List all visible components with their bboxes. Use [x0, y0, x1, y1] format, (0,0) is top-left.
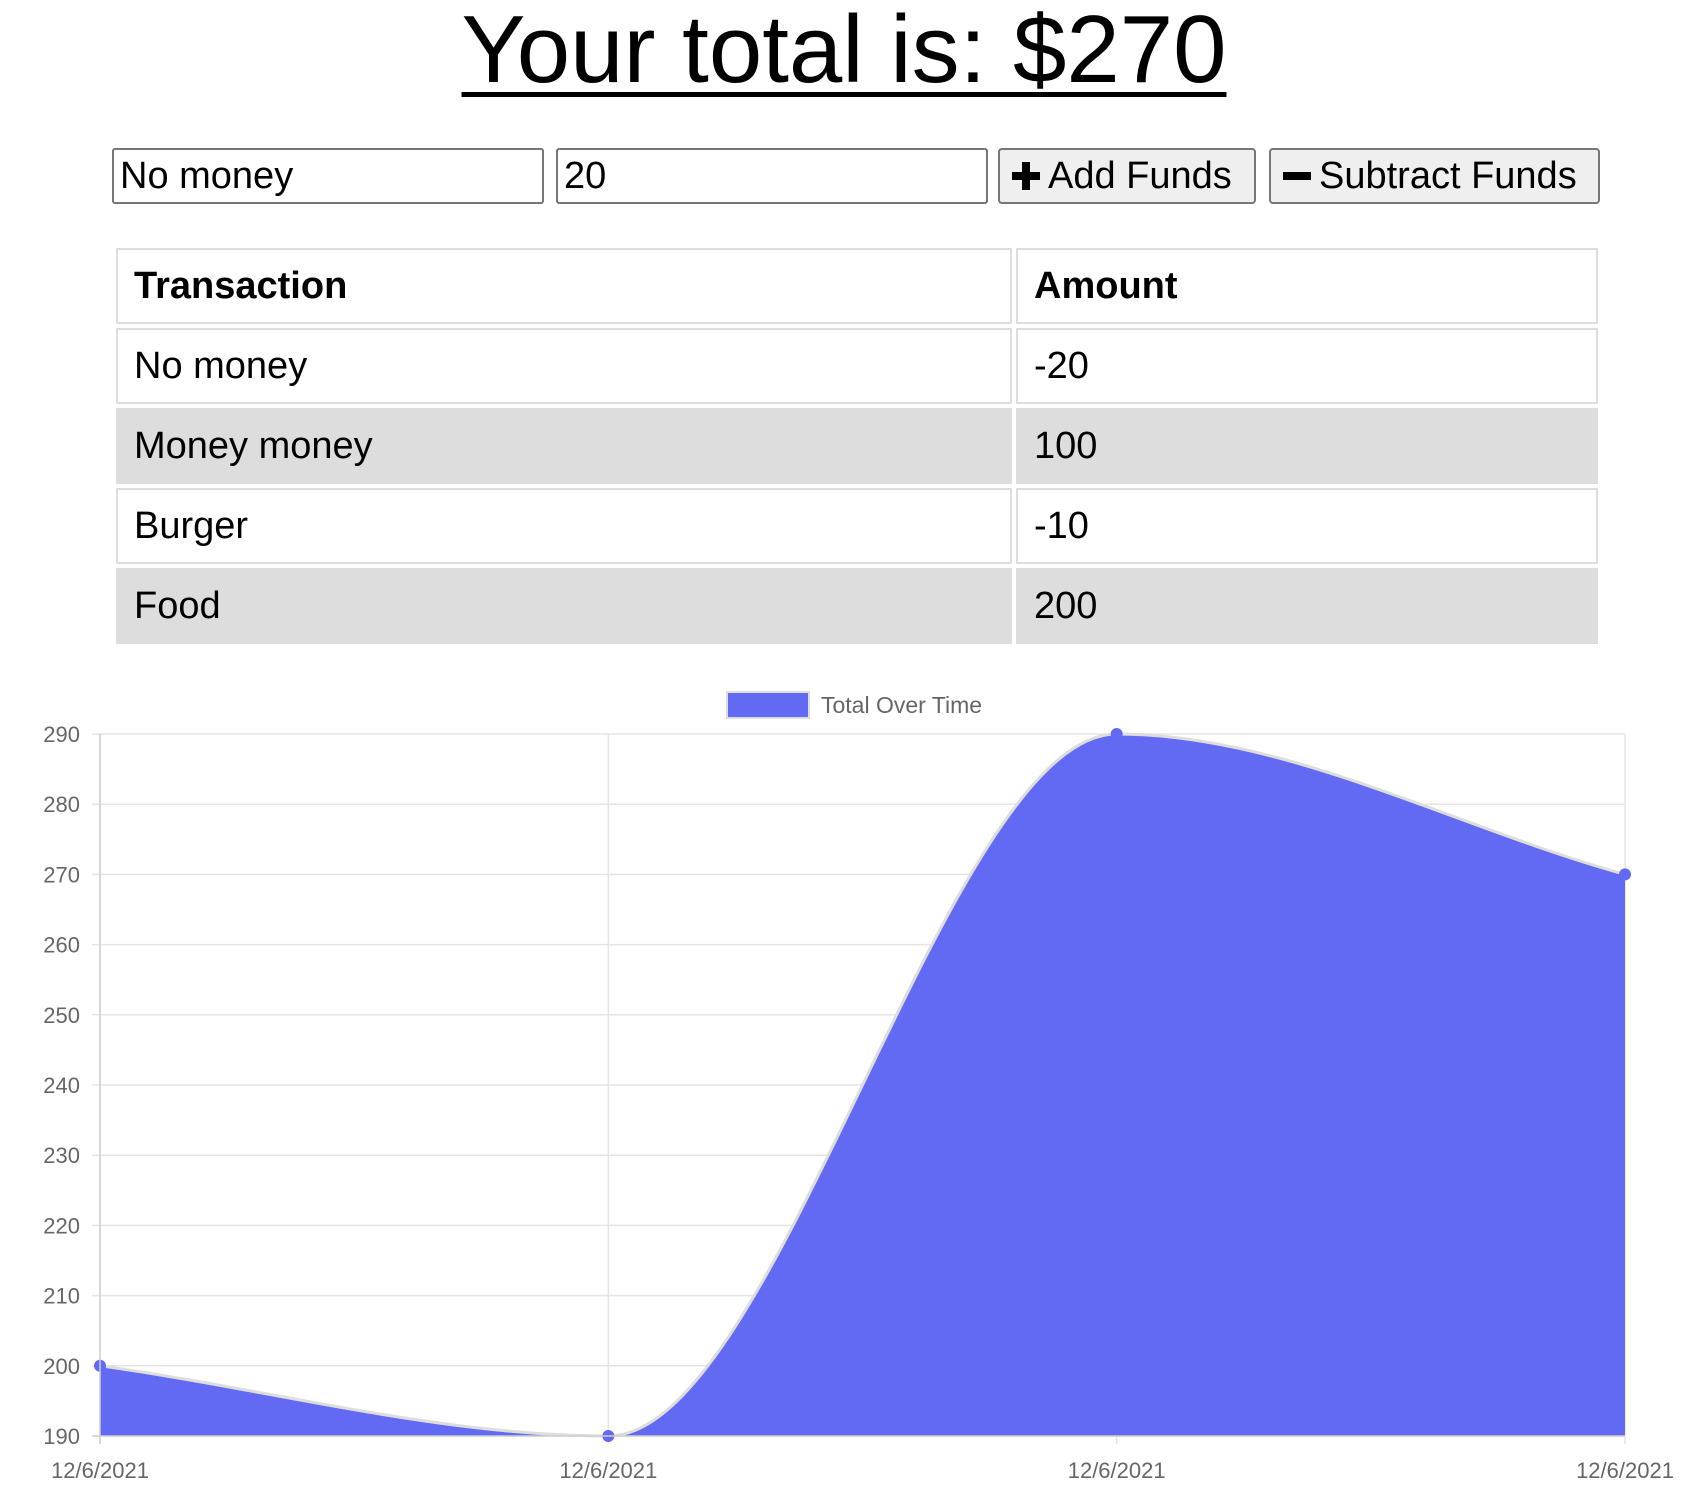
transaction-name-input[interactable] — [112, 148, 544, 204]
transaction-amount-input[interactable] — [556, 148, 988, 204]
table-row: Food 200 — [116, 568, 1598, 644]
legend-label: Total Over Time — [821, 692, 982, 718]
chart-canvas: 190 200 210 220 230 240 250 260 270 280 290 12/6/20… — [43, 691, 1674, 1483]
total-heading: Your total is: $270 — [461, 0, 1227, 103]
x-tick-label: 12/6/2021 — [51, 1458, 149, 1483]
transaction-name-cell: No money — [116, 328, 1012, 404]
table-row: Burger -10 — [116, 488, 1598, 564]
data-point — [1619, 868, 1631, 881]
data-point — [1110, 728, 1123, 740]
transaction-amount-cell: -20 — [1016, 328, 1598, 404]
y-tick-label: 260 — [43, 933, 80, 958]
minus-icon — [1283, 162, 1311, 190]
y-tick-label: 200 — [43, 1354, 80, 1379]
x-tick-label: 12/6/2021 — [1576, 1458, 1674, 1483]
y-tick-label: 210 — [43, 1284, 80, 1309]
amount-column-header: Amount — [1016, 248, 1598, 324]
y-tick-label: 250 — [43, 1003, 80, 1028]
y-tick-label: 290 — [43, 722, 80, 747]
y-tick-label: 190 — [43, 1424, 80, 1449]
table-header-row: Transaction Amount — [116, 248, 1598, 324]
transaction-name-cell: Burger — [116, 488, 1012, 564]
y-tick-label: 240 — [43, 1073, 80, 1098]
table-row: Money money 100 — [116, 408, 1598, 484]
transaction-name-cell: Money money — [116, 408, 1012, 484]
y-tick-label: 270 — [43, 862, 80, 887]
table-row: No money -20 — [116, 328, 1598, 404]
transactions-table: Transaction Amount No money -20 Money mo… — [112, 244, 1602, 648]
y-tick-label: 230 — [43, 1143, 80, 1168]
plus-icon — [1012, 162, 1040, 190]
total-over-time-chart: 190 200 210 220 230 240 250 260 270 280 290 12/6/20… — [0, 680, 1688, 1496]
y-tick-label: 280 — [43, 792, 80, 817]
transaction-amount-cell: 100 — [1016, 408, 1598, 484]
transaction-form: Add Funds Subtract Funds — [112, 148, 1600, 204]
add-funds-button[interactable]: Add Funds — [998, 148, 1256, 204]
y-tick-label: 220 — [43, 1213, 80, 1238]
transaction-name-cell: Food — [116, 568, 1012, 644]
transaction-amount-cell: -10 — [1016, 488, 1598, 564]
transaction-column-header: Transaction — [116, 248, 1012, 324]
subtract-funds-label: Subtract Funds — [1319, 154, 1577, 197]
legend-swatch — [726, 691, 810, 719]
x-tick-label: 12/6/2021 — [1068, 1458, 1166, 1483]
x-tick-label: 12/6/2021 — [559, 1458, 657, 1483]
transaction-amount-cell: 200 — [1016, 568, 1598, 644]
add-funds-label: Add Funds — [1048, 154, 1232, 197]
subtract-funds-button[interactable]: Subtract Funds — [1269, 148, 1600, 204]
